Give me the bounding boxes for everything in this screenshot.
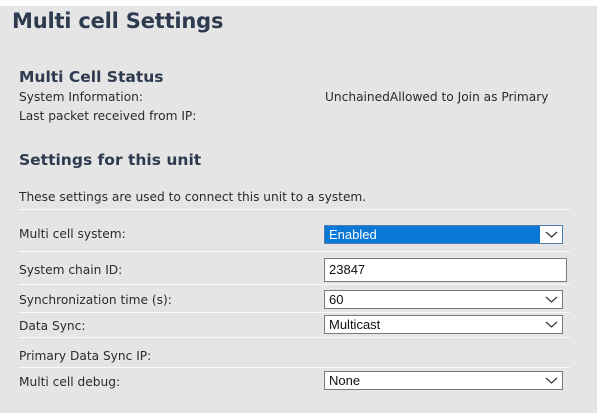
settings-description: These settings are used to connect this …	[19, 190, 367, 204]
divider	[19, 209, 570, 210]
chevron-down-icon	[545, 296, 558, 303]
sync-time-select[interactable]: 60	[324, 290, 563, 309]
divider	[19, 251, 570, 252]
debug-value: None	[329, 373, 361, 388]
settings-panel: Multi cell Settings Multi Cell Status Sy…	[0, 6, 597, 413]
divider	[19, 312, 570, 313]
system-chain-id-label: System chain ID:	[19, 263, 123, 277]
system-chain-id-input[interactable]: 23847	[324, 258, 567, 282]
multi-cell-system-value: Enabled	[329, 227, 377, 242]
system-info-value: UnchainedAllowed to Join as Primary	[325, 90, 549, 104]
system-info-label: System Information:	[19, 90, 143, 104]
divider	[19, 337, 570, 338]
page-title: Multi cell Settings	[12, 9, 224, 33]
settings-heading: Settings for this unit	[19, 151, 202, 169]
data-sync-value: Multicast	[329, 317, 381, 332]
divider	[19, 367, 570, 368]
multi-cell-system-select[interactable]: Enabled	[324, 225, 563, 244]
data-sync-select[interactable]: Multicast	[324, 315, 563, 334]
chevron-down-icon	[545, 377, 558, 384]
sync-time-value: 60	[329, 292, 344, 307]
divider	[19, 284, 570, 285]
last-packet-label: Last packet received from IP:	[19, 109, 197, 123]
primary-ip-label: Primary Data Sync IP:	[19, 349, 152, 363]
chevron-down-icon	[545, 231, 558, 238]
sync-time-label: Synchronization time (s):	[19, 293, 172, 307]
dropdown-button[interactable]	[539, 226, 562, 243]
data-sync-label: Data Sync:	[19, 319, 86, 333]
status-heading: Multi Cell Status	[19, 68, 164, 86]
debug-select[interactable]: None	[324, 371, 563, 390]
multi-cell-system-label: Multi cell system:	[19, 227, 126, 241]
chevron-down-icon	[545, 321, 558, 328]
debug-label: Multi cell debug:	[19, 375, 121, 389]
